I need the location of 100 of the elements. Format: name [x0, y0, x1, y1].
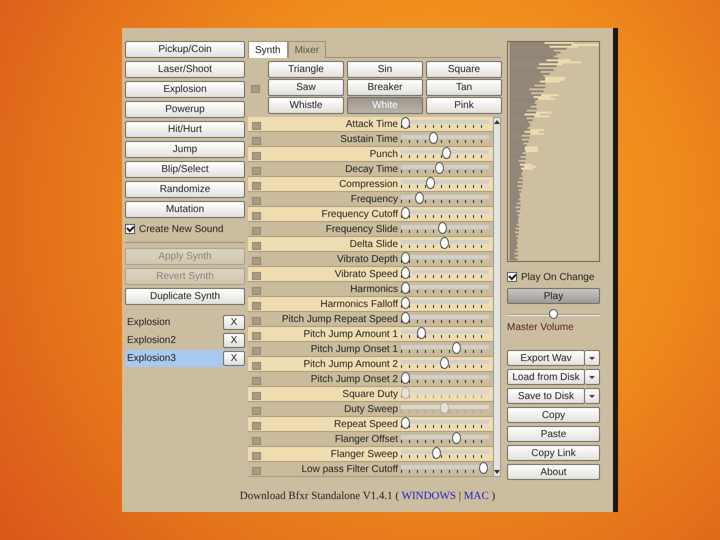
waveform-button[interactable]: Square	[426, 61, 502, 78]
scroll-down-icon[interactable]	[494, 470, 500, 474]
tab[interactable]: Synth	[248, 41, 288, 58]
slider-track[interactable]	[401, 465, 489, 473]
play-button[interactable]: Play	[507, 288, 600, 304]
action-button[interactable]: Load from Disk	[507, 369, 585, 386]
waveform-button[interactable]: Triangle	[268, 61, 344, 78]
preset-button[interactable]: Pickup/Coin	[125, 41, 245, 58]
slider-label: Repeat Speed	[333, 418, 399, 430]
action-button[interactable]: Export Wav	[507, 350, 585, 366]
sound-list-item[interactable]: Explosion3 X	[125, 350, 245, 367]
slider-track[interactable]	[401, 420, 489, 428]
slider-track[interactable]	[401, 270, 489, 278]
slider-thumb[interactable]	[401, 267, 410, 279]
waveform-button[interactable]: Sin	[347, 61, 423, 78]
slider-track[interactable]	[401, 135, 489, 143]
slider-thumb[interactable]	[401, 282, 410, 294]
delete-button[interactable]: X	[223, 333, 245, 348]
slider-thumb[interactable]	[429, 132, 438, 144]
slider-thumb[interactable]	[415, 192, 424, 204]
slider-thumb[interactable]	[479, 462, 488, 474]
volume-label: Master Volume	[507, 322, 575, 334]
checkbox[interactable]	[507, 272, 517, 282]
volume-slider[interactable]	[507, 310, 600, 320]
slider-thumb[interactable]	[401, 297, 410, 309]
preset-button[interactable]: Hit/Hurt	[125, 121, 245, 138]
action-button[interactable]: Paste	[507, 426, 600, 442]
dropdown-button[interactable]	[585, 388, 600, 404]
action-button[interactable]: Copy Link	[507, 445, 600, 462]
waveform-button[interactable]: Breaker	[347, 79, 423, 96]
sound-list-item[interactable]: Explosion2 X	[125, 332, 245, 349]
delete-button[interactable]: X	[223, 351, 245, 366]
checkbox[interactable]	[125, 224, 135, 234]
slider-thumb[interactable]	[452, 432, 462, 444]
slider-track[interactable]	[401, 255, 489, 263]
slider-thumb[interactable]	[440, 357, 449, 369]
preset-button[interactable]: Explosion	[125, 81, 245, 98]
slider-thumb[interactable]	[401, 207, 410, 219]
preset-button[interactable]: Mutation	[125, 201, 245, 218]
slider-thumb[interactable]	[442, 147, 451, 159]
slider-label: Pitch Jump Amount 2	[302, 358, 399, 370]
slider-track[interactable]	[401, 225, 489, 233]
slider-track[interactable]	[401, 150, 489, 158]
slider-label: Pitch Jump Amount 1	[302, 328, 399, 340]
slider-track[interactable]	[401, 315, 489, 323]
scrollbar[interactable]	[493, 117, 501, 477]
sound-list-item[interactable]: Explosion X	[125, 314, 245, 331]
dropdown-button[interactable]	[585, 369, 600, 386]
caret-icon	[589, 394, 595, 398]
slider-thumb[interactable]	[432, 447, 442, 459]
preset-button[interactable]: Jump	[125, 141, 245, 158]
slider-track[interactable]	[401, 240, 489, 248]
waveform-button[interactable]: Whistle	[268, 97, 344, 114]
action-button[interactable]: About	[507, 464, 600, 480]
slider-track[interactable]	[401, 360, 489, 368]
preset-button[interactable]: Powerup	[125, 101, 245, 118]
waveform-button[interactable]: Tan	[426, 79, 502, 96]
slider-thumb[interactable]	[434, 162, 444, 174]
synth-action-button[interactable]: Duplicate Synth	[125, 288, 245, 305]
preset-button[interactable]: Blip/Select	[125, 161, 245, 178]
slider-thumb[interactable]	[401, 117, 410, 129]
delete-button[interactable]: X	[223, 315, 245, 330]
slider-track[interactable]	[401, 375, 489, 383]
slider-thumb[interactable]	[438, 222, 447, 234]
slider-label: Frequency Slide	[324, 224, 399, 234]
slider-track[interactable]	[401, 435, 489, 443]
download-link[interactable]: WINDOWS	[402, 490, 456, 502]
slider-track[interactable]	[401, 345, 489, 353]
slider-label: Attack Time	[344, 118, 399, 130]
slider-thumb[interactable]	[401, 252, 410, 264]
slider-track[interactable]	[401, 180, 489, 188]
waveform-button[interactable]: Pink	[426, 97, 502, 114]
slider-thumb[interactable]	[416, 327, 426, 339]
slider-thumb[interactable]	[452, 342, 462, 354]
slider-track[interactable]	[401, 195, 489, 203]
preset-button[interactable]: Randomize	[125, 181, 245, 198]
slider-thumb[interactable]	[440, 237, 449, 249]
slider-track[interactable]	[401, 120, 489, 128]
download-link[interactable]: MAC	[464, 490, 489, 502]
slider-track[interactable]	[401, 450, 489, 458]
slider-thumb[interactable]	[401, 312, 410, 324]
preset-button[interactable]: Laser/Shoot	[125, 61, 245, 78]
caret-icon	[589, 376, 595, 379]
action-button[interactable]: Copy	[507, 407, 600, 424]
slider-thumb[interactable]	[549, 309, 558, 320]
slider-thumb[interactable]	[401, 417, 410, 429]
slider-track[interactable]	[401, 210, 489, 218]
action-button[interactable]: Save to Disk	[507, 388, 585, 404]
slider-track[interactable]	[401, 330, 489, 338]
dropdown-button[interactable]	[585, 350, 600, 366]
caret-icon	[589, 356, 595, 360]
waveform-button[interactable]: Saw	[268, 79, 344, 96]
slider-thumb[interactable]	[401, 372, 410, 384]
slider-thumb[interactable]	[426, 177, 435, 189]
scroll-up-icon[interactable]	[494, 120, 500, 124]
sound-name: Explosion3	[127, 353, 176, 364]
tab[interactable]: Mixer	[288, 41, 326, 58]
slider-track[interactable]	[401, 165, 489, 173]
slider-track[interactable]	[401, 300, 489, 308]
slider-track[interactable]	[401, 285, 489, 293]
